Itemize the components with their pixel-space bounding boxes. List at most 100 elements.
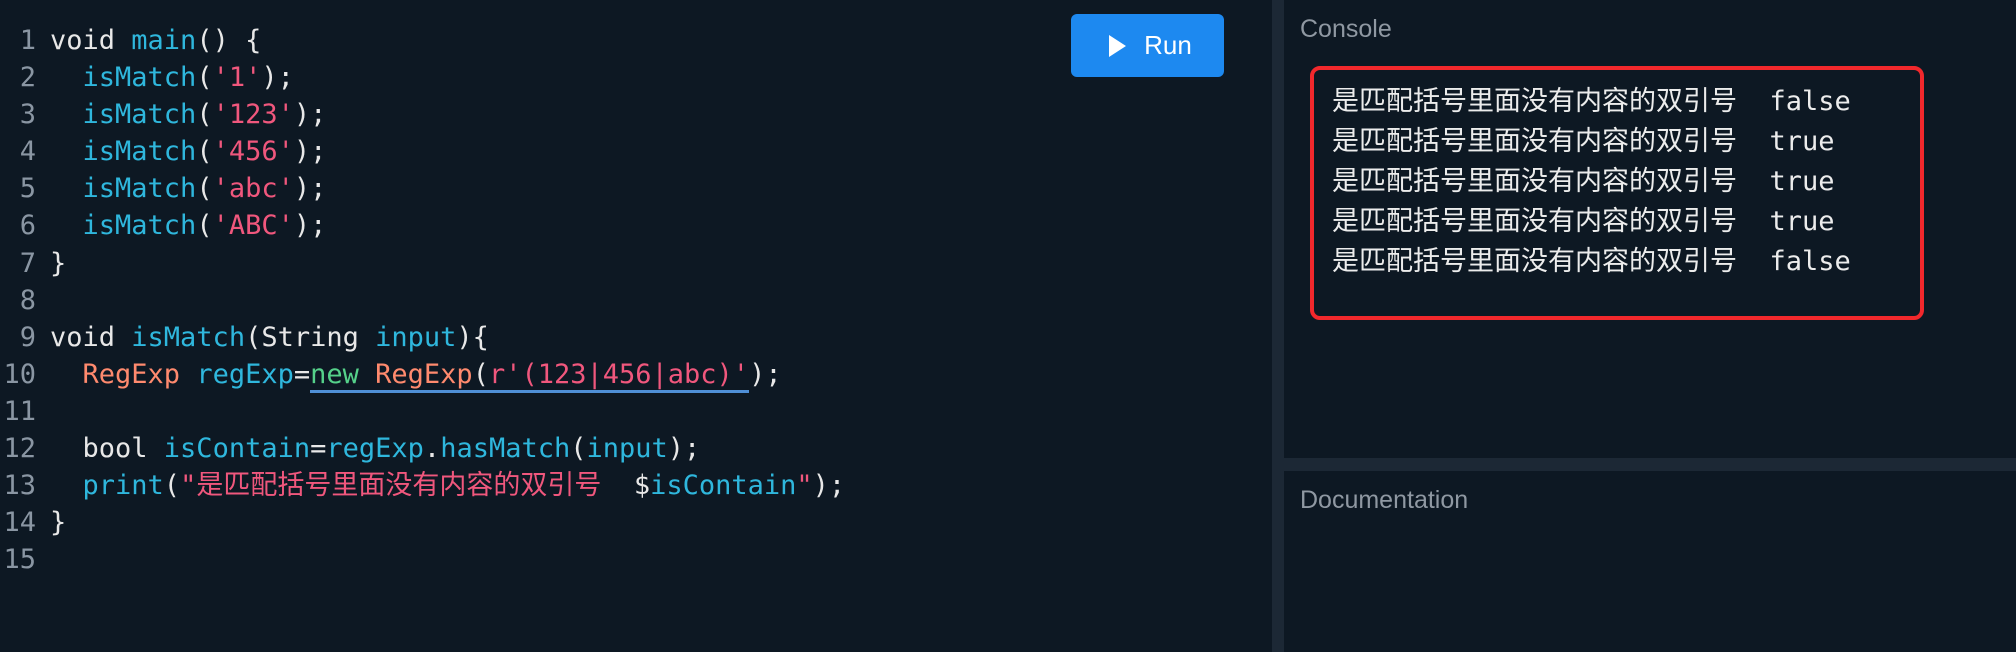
code-line[interactable]: 3 isMatch('123'); <box>0 96 1272 133</box>
code-text: bool isContain=regExp.hasMatch(input); <box>50 430 701 467</box>
line-number: 7 <box>19 247 36 279</box>
code-token: RegExp <box>82 358 197 390</box>
code-token: '1' <box>212 62 262 94</box>
code-token: 'ABC' <box>212 210 294 242</box>
code-token: isMatch <box>82 99 197 131</box>
code-token: isMatch <box>82 210 197 242</box>
line-number: 12 <box>3 433 36 465</box>
code-line[interactable]: 7} <box>0 245 1272 282</box>
code-token: . <box>423 433 441 465</box>
console-output-line: 是匹配括号里面没有内容的双引号 false <box>1332 86 1851 117</box>
line-number: 5 <box>19 173 36 205</box>
code-token: " <box>796 470 813 502</box>
line-number: 3 <box>19 99 36 131</box>
line-number: 14 <box>3 507 36 539</box>
code-text: isMatch('1'); <box>50 59 294 96</box>
documentation-panel: Documentation <box>1284 471 2016 652</box>
code-token: = <box>293 358 311 390</box>
code-token: $ <box>633 470 651 502</box>
code-token: '123' <box>212 99 294 131</box>
code-token: hasMatch <box>440 433 571 465</box>
line-number: 6 <box>19 210 36 242</box>
code-line[interactable]: 5 isMatch('abc'); <box>0 170 1272 207</box>
code-token: print <box>82 470 164 502</box>
code-text: } <box>50 504 66 541</box>
vertical-splitter[interactable] <box>1272 0 1284 652</box>
line-number: 2 <box>19 62 36 94</box>
code-text: isMatch('abc'); <box>50 170 327 207</box>
code-token: isContain <box>650 470 797 502</box>
code-line[interactable]: 11 <box>0 393 1272 430</box>
code-text: isMatch('123'); <box>50 96 327 133</box>
code-token: "是匹配括号里面没有内容的双引号 <box>180 470 634 502</box>
code-lines[interactable]: 1 void main() {2 isMatch('1'); 3 isMatch('… <box>0 22 1272 578</box>
documentation-title: Documentation <box>1300 486 1469 514</box>
code-line[interactable]: 4 isMatch('456'); <box>0 133 1272 170</box>
code-token: ); <box>293 99 327 131</box>
code-text: RegExp regExp=new RegExp(r'(123|456|abc)… <box>50 356 782 393</box>
code-token: ( <box>196 210 213 242</box>
code-token: regExp <box>196 358 294 390</box>
code-line[interactable]: 15 <box>0 541 1272 578</box>
code-line[interactable]: 10 RegExp regExp=new RegExp(r'(123|456|a… <box>0 356 1272 393</box>
horizontal-splitter[interactable] <box>1284 458 2016 471</box>
code-token: ( <box>472 358 489 393</box>
code-token: ( <box>196 99 213 131</box>
run-button[interactable]: Run <box>1071 14 1224 77</box>
code-token: RegExp <box>375 358 473 393</box>
console-output-line: 是匹配括号里面没有内容的双引号 true <box>1332 206 1835 237</box>
code-token: bool <box>50 433 164 465</box>
code-line[interactable]: 6 isMatch('ABC'); <box>0 207 1272 244</box>
code-token: isMatch <box>82 62 197 94</box>
code-text: void isMatch(String input){ <box>50 319 489 356</box>
code-line[interactable]: 12 bool isContain=regExp.hasMatch(input)… <box>0 430 1272 467</box>
code-token: (String <box>245 321 376 353</box>
code-token: regExp <box>326 433 424 465</box>
code-token: main <box>131 25 197 56</box>
line-number: 1 <box>19 25 36 56</box>
code-token: void <box>50 25 132 56</box>
console-output-line: 是匹配括号里面没有内容的双引号 true <box>1332 166 1835 197</box>
line-number: 9 <box>19 321 36 353</box>
code-token: '456' <box>212 136 294 168</box>
code-token: ); <box>749 358 782 390</box>
line-number: 8 <box>19 284 36 316</box>
code-token: ); <box>667 433 701 465</box>
line-number: 15 <box>3 544 36 576</box>
code-token: isContain <box>163 433 311 465</box>
code-token: ); <box>293 210 327 242</box>
code-token: ( <box>570 433 587 465</box>
code-line[interactable]: 14} <box>0 504 1272 541</box>
code-editor[interactable]: 1 void main() {2 isMatch('1'); 3 isMatch('… <box>0 0 1272 652</box>
code-line[interactable]: 13 print("是匹配括号里面没有内容的双引号 $isContain"); <box>0 467 1272 504</box>
run-button-label: Run <box>1144 30 1192 60</box>
code-text: isMatch('456'); <box>50 133 327 170</box>
code-token: isMatch <box>82 173 197 205</box>
code-token: 'abc' <box>212 173 294 205</box>
line-number: 13 <box>3 470 36 502</box>
code-token: ); <box>293 173 327 205</box>
code-token: input <box>586 433 668 465</box>
code-token: void <box>50 321 132 353</box>
code-token: ); <box>812 470 846 502</box>
code-text: void main() { <box>50 22 261 59</box>
line-number: 4 <box>19 136 36 168</box>
console-output-line: 是匹配括号里面没有内容的双引号 true <box>1332 126 1835 157</box>
code-token: input <box>375 321 457 353</box>
code-token: } <box>50 507 67 539</box>
code-line[interactable]: 8 <box>0 282 1272 319</box>
code-token: new <box>310 358 376 393</box>
code-token: ( <box>196 62 213 94</box>
code-token: isMatch <box>82 136 197 168</box>
console-panel: Console 是匹配括号里面没有内容的双引号 false 是匹配括号里面没有内容… <box>1284 0 2016 458</box>
code-line[interactable]: 9 void isMatch(String input){ <box>0 319 1272 356</box>
code-token: = <box>310 433 327 465</box>
code-token: ( <box>163 470 181 502</box>
